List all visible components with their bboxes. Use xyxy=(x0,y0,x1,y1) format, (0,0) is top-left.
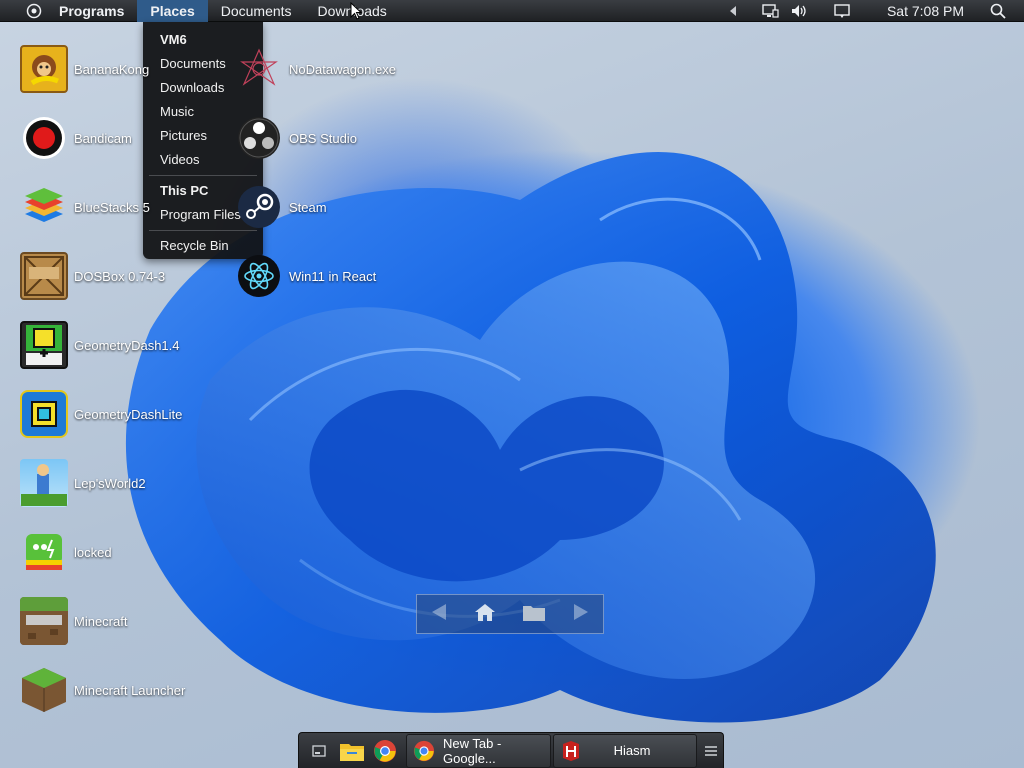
steam-icon xyxy=(235,183,283,231)
desktop-icon-label: Minecraft Launcher xyxy=(74,682,186,698)
desktop-icon-label: BlueStacks 5 xyxy=(74,199,150,215)
desktop-icon-nodatawagon[interactable]: NoDatawagon.exe xyxy=(235,45,396,93)
notification-icon[interactable] xyxy=(825,0,859,22)
quick-launch xyxy=(299,733,404,768)
leps-world-icon xyxy=(20,459,68,507)
system-tray: Sat 7:08 PM xyxy=(721,0,1024,22)
desktop-icon-minecraft[interactable]: Minecraft xyxy=(20,597,127,645)
network-icon[interactable] xyxy=(753,0,787,22)
desktop-icon-label: GeometryDash1.4 xyxy=(74,337,180,353)
desktop-icon-bandicam[interactable]: Bandicam xyxy=(20,114,132,162)
folder-icon[interactable] xyxy=(522,602,546,627)
desktop-icon-label: DOSBox 0.74-3 xyxy=(74,268,166,284)
chrome-icon xyxy=(413,740,435,762)
taskbar-task-chrome[interactable]: New Tab - Google... xyxy=(406,733,551,768)
bluestacks-icon xyxy=(20,183,68,231)
desktop-icon-label: Bandicam xyxy=(74,130,132,146)
search-icon[interactable] xyxy=(986,0,1010,22)
desktop-icon-label: BananaKong xyxy=(74,61,150,77)
start-circle-icon[interactable] xyxy=(22,0,46,22)
desktop-icon-steam[interactable]: Steam xyxy=(235,183,327,231)
chrome-icon[interactable] xyxy=(371,737,399,765)
menu-divider xyxy=(149,175,257,176)
nodatawagon-icon xyxy=(235,45,283,93)
show-desktop-icon[interactable] xyxy=(305,737,333,765)
menu-programs[interactable]: Programs xyxy=(46,0,137,22)
minecraft-icon xyxy=(20,597,68,645)
desktop-icon-dosbox[interactable]: DOSBox 0.74-3 xyxy=(20,252,165,300)
desktop-icon-label: OBS Studio xyxy=(289,130,357,146)
react-icon xyxy=(235,252,283,300)
desktop-icon-lepsworld2[interactable]: Lep'sWorld2 xyxy=(20,459,146,507)
home-icon[interactable] xyxy=(474,602,496,627)
clock[interactable]: Sat 7:08 PM xyxy=(887,3,964,19)
desktop-icon-label: GeometryDashLite xyxy=(74,406,183,422)
dosbox-icon xyxy=(20,252,68,300)
hamburger-menu-icon[interactable] xyxy=(699,734,723,768)
geometry-dash-hack-icon xyxy=(20,321,68,369)
desktop-icon-label: Steam xyxy=(289,199,327,215)
minecraft-launcher-icon xyxy=(20,666,68,714)
geometry-dash-lite-icon xyxy=(20,390,68,438)
locked-app-icon xyxy=(20,528,68,576)
explorer-nav-widget xyxy=(416,594,604,634)
desktop-icon-label: locked xyxy=(74,544,112,560)
file-explorer-icon[interactable] xyxy=(338,737,366,765)
desktop-icon-label: NoDatawagon.exe xyxy=(289,61,396,77)
forward-arrow-icon[interactable] xyxy=(572,602,590,627)
menu-places[interactable]: Places xyxy=(137,0,208,22)
volume-icon[interactable] xyxy=(787,0,811,22)
task-label: New Tab - Google... xyxy=(443,735,502,766)
desktop-icon-geometrydash14[interactable]: GeometryDash1.4 xyxy=(20,321,180,369)
menu-documents[interactable]: Documents xyxy=(208,0,305,22)
desktop-icon-locked[interactable]: locked xyxy=(20,528,112,576)
desktop-icon-geometrydashlite[interactable]: GeometryDashLite xyxy=(20,390,182,438)
obs-studio-icon xyxy=(235,114,283,162)
desktop-icon-label: Lep'sWorld2 xyxy=(74,475,146,491)
top-menu-bar: Programs Places Documents Downloads Sat … xyxy=(0,0,1024,22)
desktop-icon-bananakong[interactable]: BananaKong xyxy=(20,45,149,93)
taskbar: New Tab - Google... Hiasm xyxy=(298,732,724,768)
task-label: Hiasm xyxy=(613,743,651,758)
bandicam-icon xyxy=(20,114,68,162)
tray-arrow-icon[interactable] xyxy=(721,0,745,22)
bananakong-icon xyxy=(20,45,68,93)
mouse-cursor xyxy=(350,1,363,25)
desktop-icon-bluestacks[interactable]: BlueStacks 5 xyxy=(20,183,150,231)
desktop-icon-win11-in-react[interactable]: Win11 in React xyxy=(235,252,376,300)
desktop-icon-minecraft-launcher[interactable]: Minecraft Launcher xyxy=(20,666,185,714)
taskbar-task-hiasm[interactable]: Hiasm xyxy=(552,733,698,768)
desktop-icon-label: Win11 in React xyxy=(289,268,377,284)
back-arrow-icon[interactable] xyxy=(430,602,448,627)
desktop-icon-label: Minecraft xyxy=(74,613,128,629)
desktop-icon-obs-studio[interactable]: OBS Studio xyxy=(235,114,357,162)
hiasm-icon xyxy=(560,740,582,762)
